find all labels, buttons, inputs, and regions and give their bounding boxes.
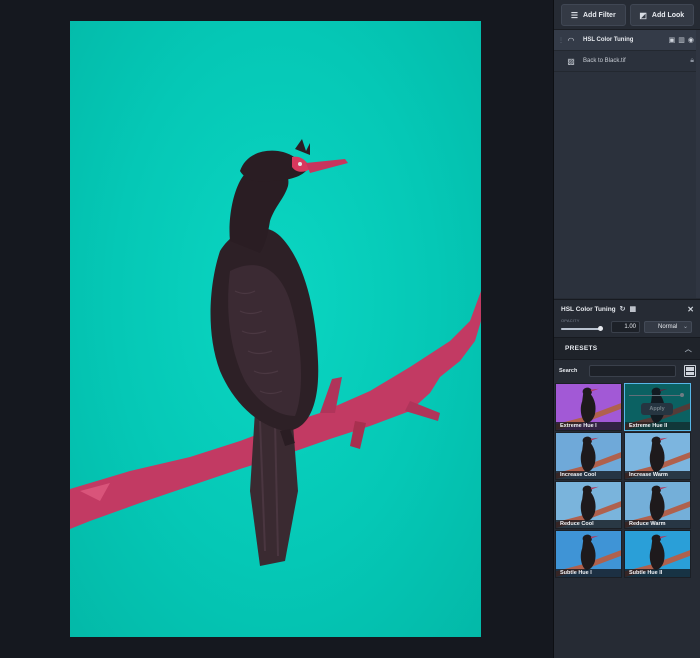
opacity-slider-thumb[interactable] [598, 326, 603, 331]
lock-icon: 🔒︎ [690, 57, 694, 64]
look-icon: ◩ [639, 10, 647, 20]
right-panel: ☰ Add Filter ◩ Add Look ⋮ ◠ HSL Color Tu… [553, 0, 700, 658]
layer-name: HSL Color Tuning [583, 37, 634, 43]
preset-name: Increase Cool [556, 471, 621, 479]
preset-name: Increase Warm [625, 471, 690, 479]
preset-strength-slider[interactable] [629, 395, 682, 396]
chevron-down-icon: ⌄ [682, 324, 688, 330]
add-look-button[interactable]: ◩ Add Look [629, 4, 694, 26]
reset-icon[interactable]: ↻ [620, 305, 626, 313]
canvas-area[interactable] [0, 0, 553, 658]
histogram-icon[interactable]: ▦ [630, 305, 637, 313]
preset-name: Subtle Hue I [556, 569, 621, 577]
filter-properties: HSL Color Tuning ↻ ▦ ✕ OPACITY 1.00 Norm… [554, 299, 700, 335]
search-label: Search [559, 368, 578, 374]
preset-tile[interactable]: Increase Cool [555, 432, 622, 480]
preset-tile[interactable]: Subtle Hue I [555, 530, 622, 578]
preset-name: Reduce Warm [625, 520, 690, 528]
opacity-slider[interactable] [561, 326, 603, 331]
add-filter-button[interactable]: ☰ Add Filter [561, 4, 626, 26]
preset-tile[interactable]: Reduce Warm [624, 481, 691, 529]
preset-tile[interactable]: Reduce Cool [555, 481, 622, 529]
preset-tile[interactable]: Extreme Hue II Apply [624, 383, 691, 431]
close-icon[interactable]: ✕ [687, 305, 694, 314]
apply-button[interactable]: Apply [641, 403, 673, 415]
preset-name: Extreme Hue I [556, 422, 621, 430]
search-input[interactable] [588, 365, 677, 377]
image-icon: ▨ [567, 56, 575, 66]
presets-title: PRESETS [565, 345, 598, 352]
presets-header[interactable]: PRESETS ︿ [554, 337, 700, 360]
opacity-label: OPACITY [561, 318, 580, 323]
layers-scrollbar[interactable] [696, 30, 700, 298]
photo-preview[interactable] [70, 21, 481, 637]
preset-strength-thumb[interactable] [680, 393, 684, 397]
preset-name: Subtle Hue II [625, 569, 690, 577]
preset-tile[interactable]: Increase Warm [624, 432, 691, 480]
blend-mode-value: Normal [658, 324, 678, 330]
blend-mode-select[interactable]: Normal ⌄ [644, 321, 692, 333]
layer-hsl-color-tuning[interactable]: ⋮ ◠ HSL Color Tuning ▣ ▥ ◉ [554, 30, 700, 51]
view-toggle-icon[interactable] [684, 365, 697, 377]
hsl-icon: ◠ [567, 35, 575, 45]
panel-toolbar: ☰ Add Filter ◩ Add Look [554, 0, 700, 30]
mask-icon[interactable]: ▣ [669, 36, 676, 44]
add-look-label: Add Look [651, 11, 685, 19]
app-window: ☰ Add Filter ◩ Add Look ⋮ ◠ HSL Color Tu… [0, 0, 700, 658]
preset-name: Extreme Hue II [625, 422, 690, 430]
presets-grid: Extreme Hue I Extreme Hue II Apply Increase… [555, 383, 692, 578]
layer-name: Back to Black.tif [583, 58, 626, 64]
filter-list-icon: ☰ [570, 10, 578, 20]
preset-name: Reduce Cool [556, 520, 621, 528]
preset-tile[interactable]: Subtle Hue II [624, 530, 691, 578]
opacity-value-field[interactable]: 1.00 [611, 321, 640, 333]
bird-photo [70, 139, 481, 566]
preset-search-row: Search [554, 362, 700, 380]
layer-back-to-black[interactable]: ▨ Back to Black.tif 🔒︎ [554, 51, 700, 72]
panel-empty-area [554, 578, 700, 658]
opacity-slider-fill [561, 328, 601, 330]
filter-title: HSL Color Tuning [561, 305, 616, 313]
layers-panel: ⋮ ◠ HSL Color Tuning ▣ ▥ ◉ ▨ Back to Bla… [554, 30, 700, 298]
chevron-up-icon[interactable]: ︿ [685, 344, 692, 354]
preset-tile[interactable]: Extreme Hue I [555, 383, 622, 431]
add-filter-label: Add Filter [583, 11, 616, 19]
eye-icon[interactable]: ◉ [688, 36, 694, 44]
trash-icon[interactable]: ▥ [678, 36, 685, 44]
